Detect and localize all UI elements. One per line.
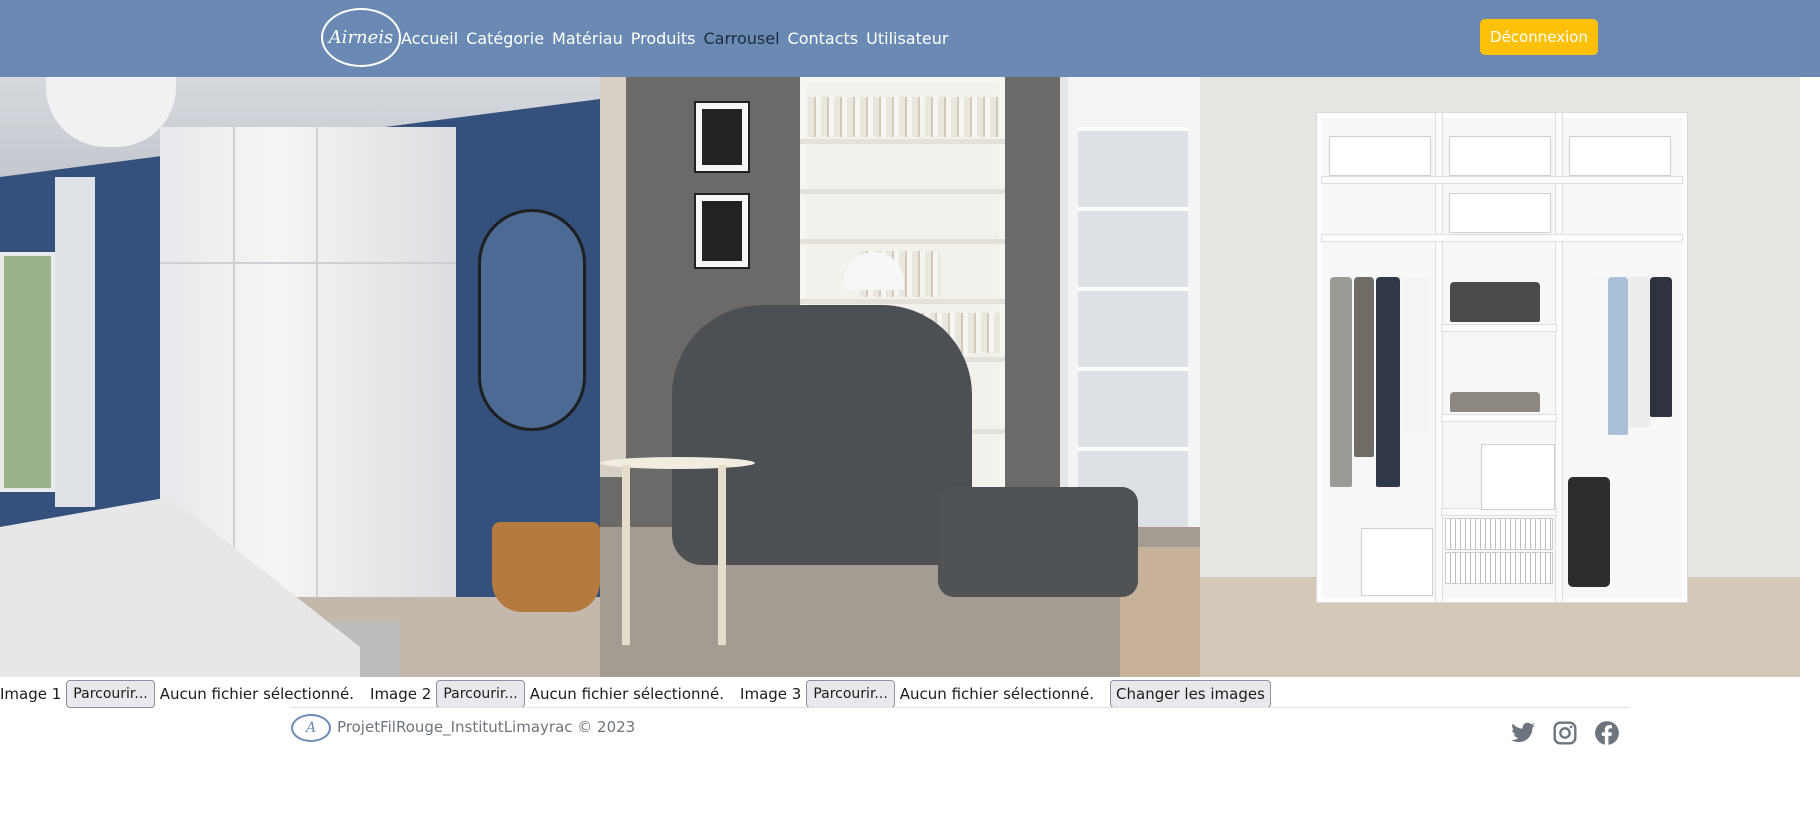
wardrobe-divider [1436, 113, 1442, 602]
hanging-clothes [1586, 277, 1610, 432]
footer-divider [290, 707, 1630, 708]
image-1-browse-button[interactable]: Parcourir... [66, 680, 155, 708]
shelf-board [800, 139, 1005, 144]
folded-clothes [1450, 282, 1540, 322]
wardrobe-shelf-line [160, 262, 456, 264]
picture-frame [694, 101, 750, 173]
oval-mirror [478, 209, 586, 431]
open-wardrobe-image [1200, 77, 1800, 677]
hanging-clothes [1376, 277, 1400, 487]
suitcase [1568, 477, 1610, 587]
copyright-text: ProjetFilRouge_InstitutLimayrac © 2023 [337, 718, 636, 736]
facebook-icon[interactable] [1594, 720, 1620, 746]
carousel-upload-form: Image 1 Parcourir... Aucun fichier sélec… [0, 680, 1271, 708]
ottoman [938, 487, 1138, 597]
nav-links: Accueil Catégorie Matériau Produits Carr… [401, 27, 948, 51]
door-panes [1078, 127, 1188, 527]
table-leg [718, 465, 726, 645]
twitter-icon[interactable] [1510, 720, 1536, 746]
shelf-board [800, 299, 1005, 304]
hanging-clothes [1628, 277, 1650, 427]
image-3-label: Image 3 [740, 685, 802, 703]
navbar: Airneis Accueil Catégorie Matériau Produ… [0, 0, 1820, 77]
brand-logo-text: Airneis [328, 27, 394, 48]
shelf-board [800, 189, 1005, 194]
storage-box [1362, 529, 1432, 595]
image-1-label: Image 1 [0, 685, 62, 703]
image-3-browse-button[interactable]: Parcourir... [806, 680, 895, 708]
picture-frame [694, 193, 750, 269]
armchair-living-room-image [600, 77, 1200, 677]
instagram-icon[interactable] [1552, 720, 1578, 746]
nav-link-materiau[interactable]: Matériau [552, 27, 623, 51]
carousel [0, 77, 1800, 677]
bedroom-wardrobe-image [0, 77, 600, 677]
wardrobe-shelf [1322, 177, 1682, 183]
window [0, 252, 55, 492]
storage-box [1450, 137, 1550, 175]
image-1-file-status: Aucun fichier sélectionné. [159, 685, 355, 703]
logout-button[interactable]: Déconnexion [1480, 19, 1598, 55]
image-2-browse-button[interactable]: Parcourir... [436, 680, 525, 708]
wardrobe-divider [1556, 113, 1562, 602]
brand-logo[interactable]: Airneis [321, 8, 401, 67]
curtain [600, 77, 626, 477]
wardrobe-shelf [1322, 235, 1682, 241]
storage-box [1450, 194, 1550, 232]
armchair [672, 305, 972, 565]
image-3-file-status: Aucun fichier sélectionné. [899, 685, 1095, 703]
wire-basket [1446, 553, 1552, 583]
folded-clothes [1450, 392, 1540, 412]
shelf-board [800, 239, 1005, 244]
footer-logo-text: A [305, 720, 317, 736]
curtain [55, 177, 95, 507]
hanging-clothes [1402, 277, 1430, 432]
nav-link-contacts[interactable]: Contacts [788, 27, 859, 51]
wire-basket [1446, 519, 1552, 549]
storage-box [1330, 137, 1430, 175]
change-images-button[interactable]: Changer les images [1110, 680, 1271, 708]
hanging-clothes [1354, 277, 1374, 457]
nav-link-produits[interactable]: Produits [631, 27, 696, 51]
wardrobe-shelf [1442, 325, 1556, 331]
hanging-clothes [1608, 277, 1628, 435]
nav-link-utilisateur[interactable]: Utilisateur [866, 27, 948, 51]
nav-link-categorie[interactable]: Catégorie [466, 27, 544, 51]
nav-link-accueil[interactable]: Accueil [401, 27, 458, 51]
wardrobe-shelf [1442, 415, 1556, 421]
image-2-label: Image 2 [370, 685, 432, 703]
image-2-file-status: Aucun fichier sélectionné. [529, 685, 725, 703]
storage-box [1482, 445, 1554, 509]
hanging-clothes [1650, 277, 1672, 417]
wicker-basket [492, 522, 600, 612]
wardrobe-shelf [1442, 509, 1556, 515]
nav-link-carrousel[interactable]: Carrousel [703, 27, 779, 51]
footer-logo[interactable]: A [291, 714, 331, 742]
wardrobe-door-line [316, 127, 318, 667]
table-leg [622, 465, 630, 645]
books [808, 97, 998, 137]
storage-box [1570, 137, 1670, 175]
hanging-clothes [1330, 277, 1352, 487]
